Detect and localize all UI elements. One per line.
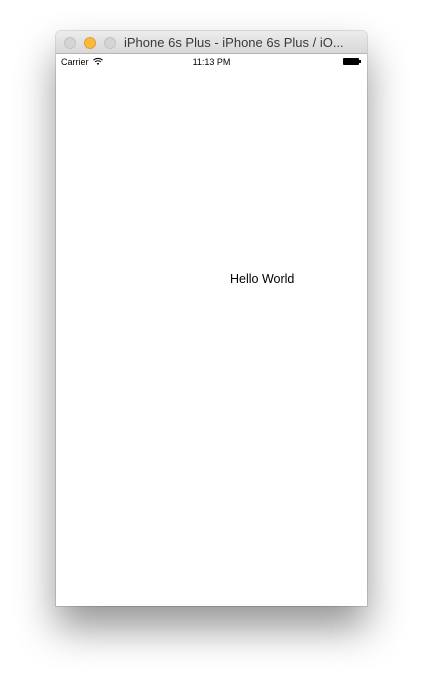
- title-bar[interactable]: iPhone 6s Plus - iPhone 6s Plus / iO...: [56, 31, 367, 54]
- hello-world-label: Hello World: [230, 272, 295, 286]
- battery-icon: [343, 58, 361, 65]
- simulator-window: iPhone 6s Plus - iPhone 6s Plus / iO... …: [56, 31, 367, 606]
- minimize-button[interactable]: [84, 37, 96, 49]
- zoom-button[interactable]: [104, 37, 116, 49]
- status-time: 11:13 PM: [192, 57, 231, 67]
- close-button[interactable]: [64, 37, 76, 49]
- window-title: iPhone 6s Plus - iPhone 6s Plus / iO...: [124, 35, 344, 50]
- device-screen[interactable]: Carrier 11:13 PM Hello World: [56, 54, 367, 606]
- status-bar: Carrier 11:13 PM: [56, 54, 367, 70]
